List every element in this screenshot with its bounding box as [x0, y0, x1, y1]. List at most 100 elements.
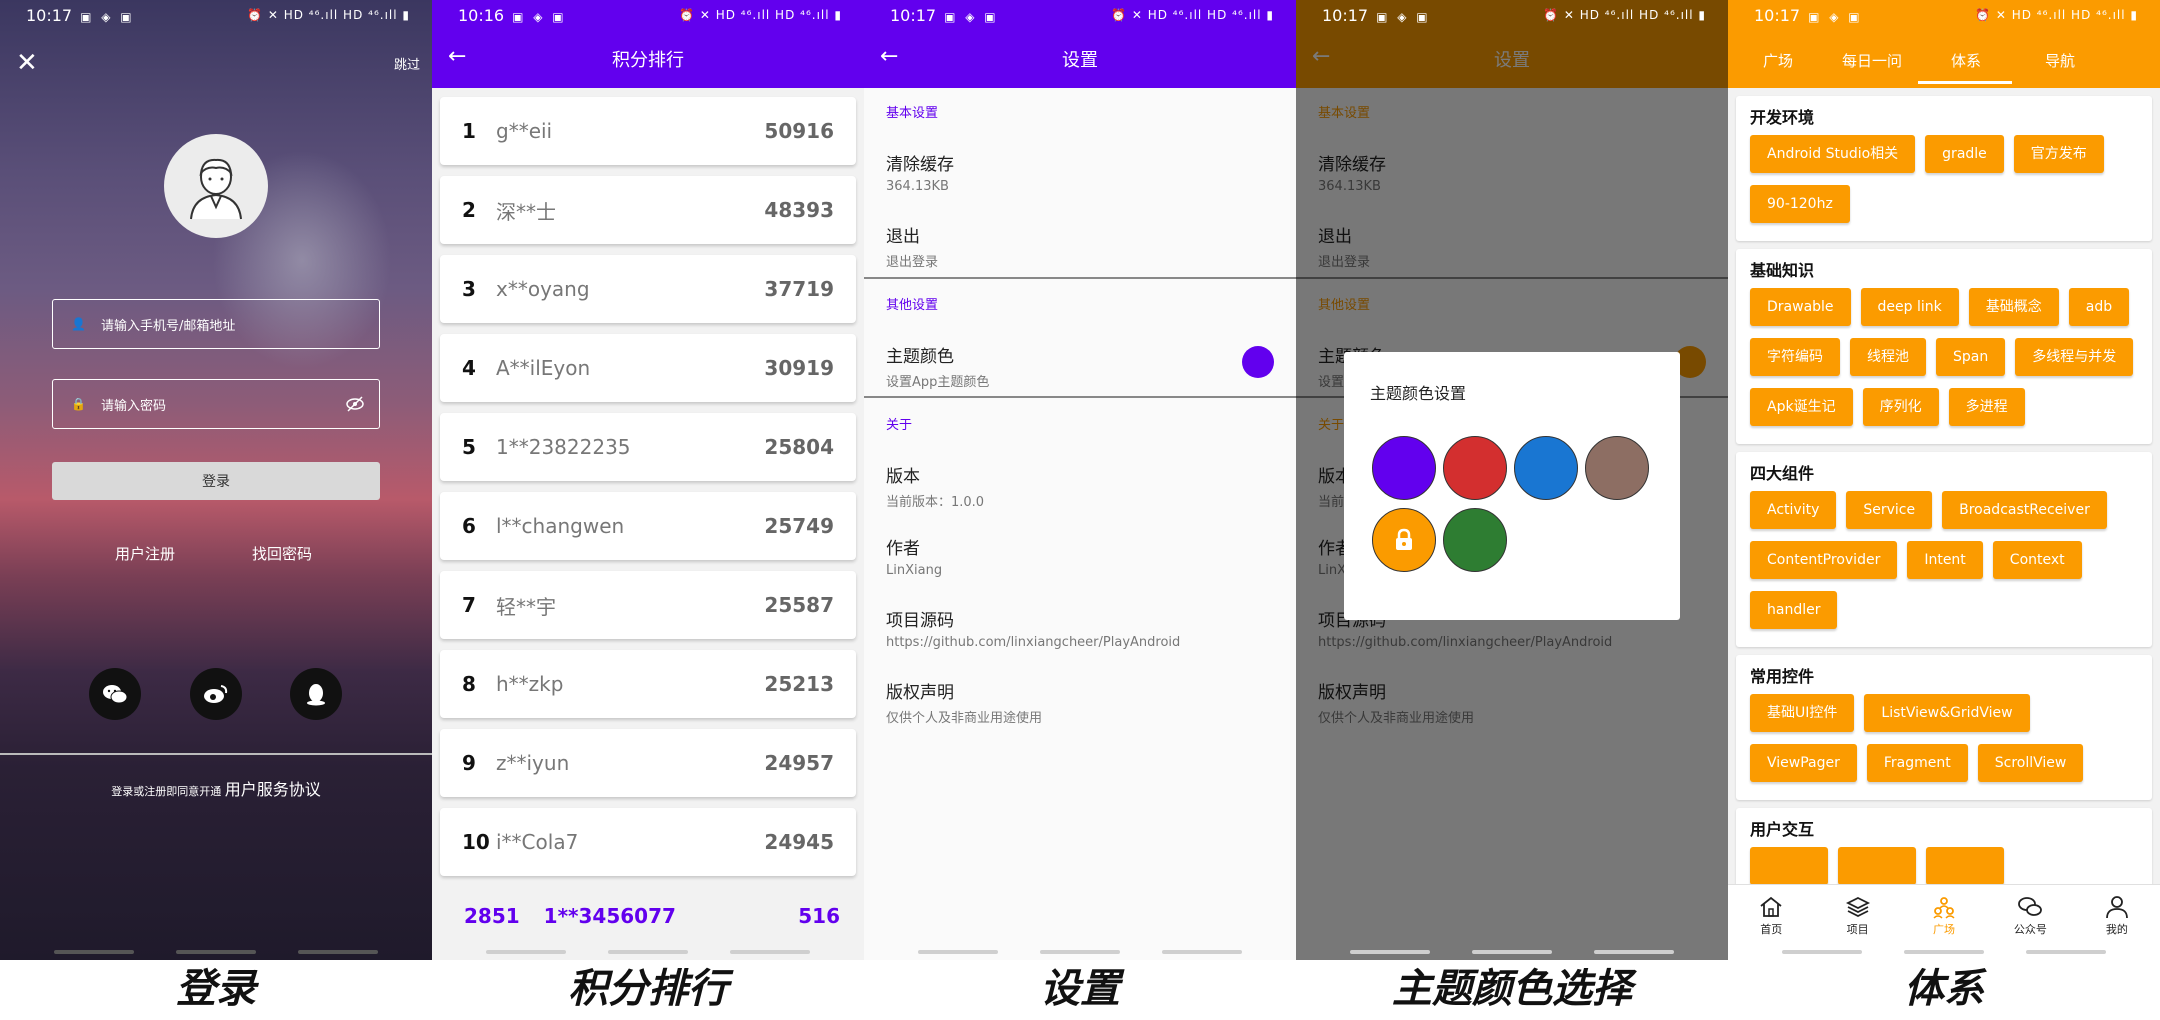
category-chip[interactable]: Context	[1992, 541, 2082, 579]
category-title: 常用控件	[1750, 667, 1815, 686]
category-chip[interactable]: Service	[1846, 491, 1933, 529]
category-chip[interactable]	[1838, 847, 1916, 884]
register-link[interactable]: 用户注册	[115, 543, 175, 564]
category-chip[interactable]: 线程池	[1850, 338, 1926, 376]
notification-icons: ▣ ◈ ▣	[512, 9, 567, 24]
nav-project[interactable]: 项目	[1814, 885, 1900, 960]
ranking-row[interactable]: 6 l**changwen 25749	[440, 492, 856, 560]
category-chip[interactable]: 90-120hz	[1750, 185, 1850, 223]
rank-number: 4	[462, 356, 476, 380]
category-chip[interactable]: BroadcastReceiver	[1942, 491, 2107, 529]
ranking-row[interactable]: 7 轻**宇 25587	[440, 571, 856, 639]
nav-home[interactable]: 首页	[1728, 885, 1814, 960]
category-chip[interactable]: 序列化	[1862, 388, 1939, 426]
notification-icons: ▣ ◈ ▣	[944, 9, 999, 24]
color-swatch-blue[interactable]	[1514, 436, 1578, 500]
author-item[interactable]: 作者 LinXiang	[886, 534, 1286, 578]
wechat-icon	[103, 685, 128, 704]
nav-official-account[interactable]: 公众号	[1987, 885, 2073, 960]
nav-gesture-bar	[1594, 950, 1674, 954]
agreement-text: 登录或注册即同意开通 用户服务协议	[111, 780, 321, 799]
ranking-row[interactable]: 4 A**ilEyon 30919	[440, 334, 856, 402]
nav-gesture-bar	[176, 950, 256, 954]
login-button[interactable]: 登录	[52, 462, 380, 500]
tab-square[interactable]: 广场	[1730, 50, 1826, 71]
skip-button[interactable]: 跳过	[394, 54, 420, 73]
nav-square[interactable]: 广场	[1901, 885, 1987, 960]
clear-cache-item[interactable]: 清除缓存 364.13KB	[886, 150, 1286, 194]
user-agreement-link[interactable]: 用户服务协议	[225, 780, 321, 799]
category-chip[interactable]: 字符编码	[1750, 338, 1840, 376]
category-chip[interactable]: Drawable	[1750, 288, 1851, 326]
ranking-row[interactable]: 2 深**士 48393	[440, 176, 856, 244]
color-swatch-brown[interactable]	[1585, 436, 1649, 500]
ranking-row[interactable]: 5 1**23822235 25804	[440, 413, 856, 481]
status-bar: 10:17 ▣ ◈ ▣ ⏰ ✕ HD ⁴⁶.ıll HD ⁴⁶.ıll ▮	[864, 0, 1296, 30]
color-swatch-red[interactable]	[1443, 436, 1507, 500]
eye-off-icon[interactable]	[345, 394, 365, 418]
category-chip[interactable]: Intent	[1907, 541, 1983, 579]
caption-settings: 设置	[1040, 966, 1120, 1012]
category-chip[interactable]	[1926, 847, 2004, 884]
password-input[interactable]: 🔒 请输入密码	[52, 379, 380, 429]
category-chip[interactable]: Android Studio相关	[1750, 135, 1916, 173]
nav-gesture-bar	[730, 950, 810, 954]
category-chip[interactable]: Activity	[1750, 491, 1837, 529]
category-chip[interactable]: deep link	[1860, 288, 1959, 326]
wechat-login-button[interactable]	[89, 668, 141, 720]
category-chip[interactable]: Apk诞生记	[1750, 388, 1853, 426]
tab-daily-question[interactable]: 每日一问	[1824, 50, 1920, 71]
phone-email-placeholder: 请输入手机号/邮箱地址	[101, 318, 236, 334]
nav-gesture-bar	[1472, 950, 1552, 954]
status-bar: 10:17 ▣ ◈ ▣ ⏰ ✕ HD ⁴⁶.ıll HD ⁴⁶.ıll ▮	[0, 0, 432, 30]
my-score: 516	[798, 904, 840, 928]
qq-login-button[interactable]	[290, 668, 342, 720]
category-chip[interactable]: 多线程与并发	[2015, 338, 2134, 376]
category-title: 基础知识	[1750, 261, 1815, 280]
category-chip[interactable]: ScrollView	[1977, 744, 2084, 782]
category-chip[interactable]: ViewPager	[1750, 744, 1857, 782]
color-swatch-orange[interactable]	[1372, 508, 1436, 572]
copyright-item[interactable]: 版权声明 仅供个人及非商业用途使用	[886, 678, 1286, 726]
nav-mine[interactable]: 我的	[2074, 885, 2160, 960]
section-basic: 基本设置	[886, 106, 939, 121]
forgot-password-link[interactable]: 找回密码	[252, 543, 312, 564]
weibo-login-button[interactable]	[190, 668, 242, 720]
phone-email-input[interactable]: 👤 请输入手机号/邮箱地址	[52, 299, 380, 349]
version-item[interactable]: 版本 当前版本：1.0.0	[886, 462, 1286, 510]
ranking-row[interactable]: 9 z**iyun 24957	[440, 729, 856, 797]
user-avatar-icon	[190, 158, 242, 220]
caption-system: 体系	[1904, 966, 1984, 1012]
ranking-list: 1 g**eii 50916 2 深**士 48393 3 x**oyang 37719 4 A**…	[440, 97, 856, 887]
ranking-row[interactable]: 10 i**Cola7 24945	[440, 808, 856, 876]
ranking-row[interactable]: 1 g**eii 50916	[440, 97, 856, 165]
ranking-row[interactable]: 8 h**zkp 25213	[440, 650, 856, 718]
tab-navigation[interactable]: 导航	[2012, 50, 2108, 71]
category-chip[interactable]: ContentProvider	[1750, 541, 1898, 579]
avatar[interactable]	[164, 134, 268, 238]
category-chip[interactable]: gradle	[1925, 135, 2004, 173]
category-chip[interactable]: adb	[2068, 288, 2130, 326]
category-chip[interactable]	[1750, 847, 1828, 884]
category-chip[interactable]: 多进程	[1948, 388, 2025, 426]
color-swatch-purple[interactable]	[1372, 436, 1436, 500]
category-chip[interactable]: ListView&GridView	[1864, 694, 2030, 732]
tab-system[interactable]: 体系	[1918, 50, 2014, 71]
category-group: 开发环境 Android Studio相关 gradle 官方发布 90-120hz	[1736, 96, 2152, 241]
ranking-row[interactable]: 3 x**oyang 37719	[440, 255, 856, 323]
category-chip[interactable]: 基础概念	[1968, 288, 2059, 326]
category-chip[interactable]: Fragment	[1866, 744, 1968, 782]
category-chip[interactable]: 官方发布	[2013, 135, 2104, 173]
close-icon[interactable]: ✕	[16, 48, 38, 78]
color-swatch-green[interactable]	[1443, 508, 1507, 572]
theme-color-item[interactable]: 主题颜色 设置App主题颜色	[886, 342, 1286, 390]
category-chip[interactable]: 基础UI控件	[1750, 694, 1855, 732]
logout-item[interactable]: 退出 退出登录	[886, 222, 1286, 270]
theme-color-swatch[interactable]	[1242, 346, 1274, 378]
category-chip[interactable]: handler	[1750, 591, 1838, 629]
category-group: 基础知识 Drawable deep link 基础概念 adb 字符编码 线程池 Span 多…	[1736, 249, 2152, 444]
source-item[interactable]: 项目源码 https://github.com/linxiangcheer/Pl…	[886, 606, 1286, 650]
nav-gesture-bar	[918, 950, 998, 954]
category-chip[interactable]: Span	[1936, 338, 2006, 376]
status-time: 10:17	[1322, 5, 1369, 25]
